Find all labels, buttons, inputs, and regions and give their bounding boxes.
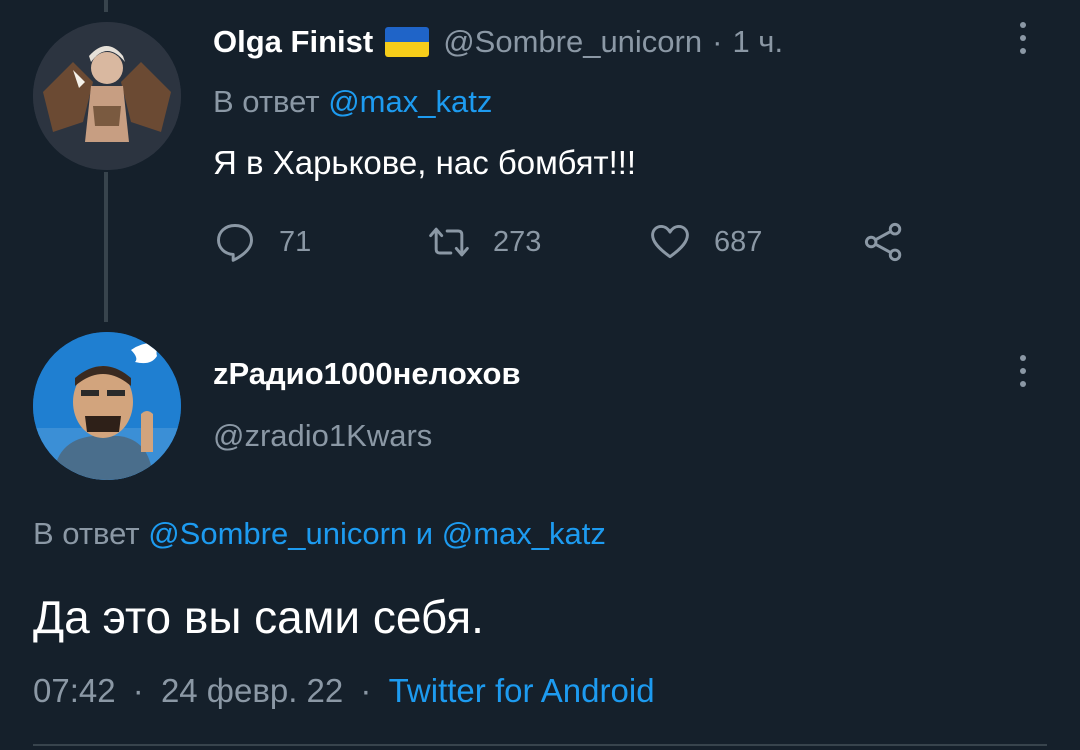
- author-name[interactable]: zРадио1000нелохов: [213, 356, 521, 392]
- author-name[interactable]: Olga Finist: [213, 24, 373, 60]
- like-button[interactable]: 687: [648, 220, 762, 264]
- avatar[interactable]: [33, 332, 181, 480]
- reply-context: В ответ @Sombre_unicorn и @max_katz: [33, 516, 606, 552]
- separator: ·: [132, 672, 144, 709]
- avatar-illustration: [33, 22, 181, 170]
- ukraine-flag-icon: [385, 27, 430, 57]
- tweet-metadata: 07:42 · 24 февр. 22 · Twitter for Androi…: [33, 672, 655, 710]
- thread-line-top: [104, 0, 108, 12]
- reply-conjunction: и: [415, 516, 434, 551]
- reply-icon: [217, 224, 253, 262]
- tweet-date[interactable]: 24 февр. 22: [161, 672, 343, 709]
- mention-link[interactable]: @Sombre_unicorn: [148, 516, 407, 551]
- mention-link[interactable]: @max_katz: [442, 516, 606, 551]
- more-options-icon[interactable]: [1016, 355, 1030, 394]
- divider: [33, 744, 1047, 746]
- avatar[interactable]: [33, 22, 181, 170]
- tweet-source-link[interactable]: Twitter for Android: [389, 672, 655, 709]
- like-count: 687: [714, 225, 763, 258]
- tweet-text: Я в Харькове, нас бомбят!!!: [213, 144, 637, 181]
- thread-line: [104, 172, 108, 322]
- author-handle[interactable]: @Sombre_unicorn: [443, 24, 702, 60]
- heart-icon: [651, 224, 689, 259]
- mention-link[interactable]: @max_katz: [328, 84, 492, 119]
- share-button[interactable]: [862, 220, 928, 264]
- reply-context: В ответ @max_katz: [213, 84, 492, 120]
- tweet-time[interactable]: 07:42: [33, 672, 116, 709]
- separator: ·: [360, 672, 372, 709]
- separator: ·: [712, 24, 723, 59]
- retweet-button[interactable]: 273: [427, 220, 541, 264]
- more-options-icon[interactable]: [1016, 22, 1030, 61]
- retweet-count: 273: [493, 225, 542, 258]
- tweet-header: Olga Finist @Sombre_unicorn · 1 ч.: [213, 24, 783, 60]
- avatar-illustration: [33, 332, 181, 480]
- retweet-icon: [429, 227, 469, 257]
- timestamp[interactable]: 1 ч.: [732, 24, 783, 60]
- share-icon: [864, 222, 902, 262]
- reply-prefix: В ответ: [33, 516, 140, 551]
- tweet-text: Да это вы сами себя.: [33, 591, 484, 643]
- reply-button[interactable]: 71: [213, 220, 311, 264]
- reply-prefix: В ответ: [213, 84, 320, 119]
- author-handle[interactable]: @zradio1Kwars: [213, 418, 432, 454]
- reply-count: 71: [279, 225, 312, 258]
